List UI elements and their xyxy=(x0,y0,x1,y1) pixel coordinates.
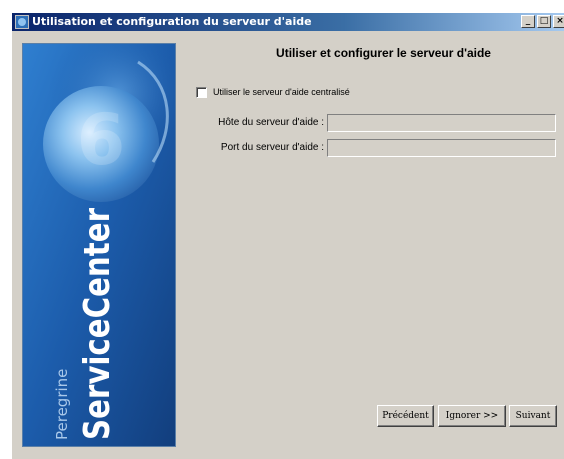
wizard-window: Utilisation et configuration du serveur … xyxy=(11,12,564,459)
minimize-button[interactable]: _ xyxy=(521,15,535,28)
centralized-help-server-checkbox[interactable] xyxy=(196,86,207,98)
skip-button[interactable]: Ignorer >> xyxy=(438,405,506,427)
port-input[interactable] xyxy=(327,139,556,157)
peregrine-servicecenter-logo: 6 Peregrine ServiceCenter xyxy=(23,44,175,446)
host-input[interactable] xyxy=(327,114,556,132)
title-bar[interactable]: Utilisation et configuration du serveur … xyxy=(12,13,564,31)
side-banner: 6 Peregrine ServiceCenter xyxy=(22,43,176,447)
previous-button[interactable]: Précédent xyxy=(377,405,434,427)
close-button[interactable]: × xyxy=(553,15,564,28)
window-title: Utilisation et configuration du serveur … xyxy=(32,15,312,28)
next-button[interactable]: Suivant xyxy=(509,405,557,427)
maximize-button[interactable]: □ xyxy=(537,15,551,28)
host-label: Hôte du serveur d'aide : xyxy=(218,117,324,128)
centralized-help-server-option[interactable]: Utiliser le serveur d'aide centralisé xyxy=(196,85,350,99)
brand-large: ServiceCenter xyxy=(77,208,118,440)
emblem-number: 6 xyxy=(77,99,126,181)
checkbox-label[interactable]: Utiliser le serveur d'aide centralisé xyxy=(213,87,350,97)
page-heading: Utiliser et configurer le serveur d'aide xyxy=(276,46,491,60)
brand-small: Peregrine xyxy=(53,369,71,440)
port-label: Port du serveur d'aide : xyxy=(220,142,324,153)
app-icon xyxy=(15,15,29,29)
